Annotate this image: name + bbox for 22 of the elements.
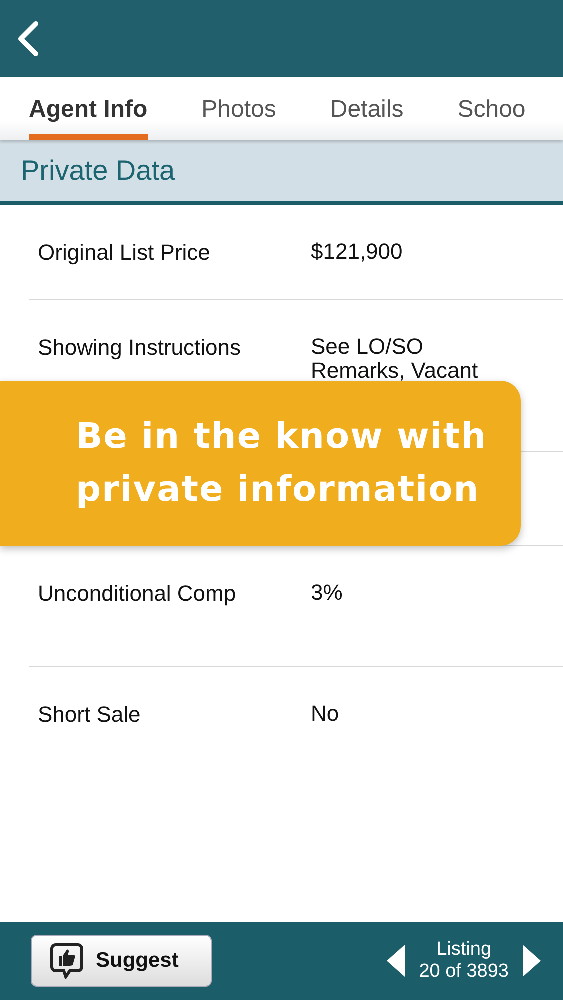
triangle-left-icon: [387, 945, 406, 977]
field-label: Short Sale: [38, 702, 142, 728]
field-value: 3%: [311, 581, 344, 607]
tab[interactable]: Photos: [202, 77, 276, 140]
field-value: See LO/SO Remarks, Vacant: [311, 335, 480, 384]
field-value: No: [311, 702, 340, 728]
listing-label: Listing: [436, 939, 492, 961]
field-value: $121,900: [311, 240, 404, 266]
triangle-right-icon: [523, 945, 541, 977]
field-label: Original List Price: [38, 240, 212, 266]
tab[interactable]: Details: [330, 77, 404, 140]
next-button[interactable]: [523, 945, 541, 977]
suggest-button[interactable]: Suggest: [31, 935, 212, 987]
thumbs-up-icon: [50, 943, 84, 979]
listing-position: 20 of 3893: [419, 961, 509, 983]
section-title: Private Data: [21, 154, 176, 186]
previous-button[interactable]: [387, 945, 406, 977]
tab[interactable]: Schoo: [458, 77, 526, 140]
banner-text: Be in the know with private information: [76, 416, 488, 512]
field-label: Showing Instructions: [38, 335, 242, 362]
field-label: Unconditional Comp: [38, 581, 238, 607]
chevron-left-icon: [16, 20, 40, 56]
